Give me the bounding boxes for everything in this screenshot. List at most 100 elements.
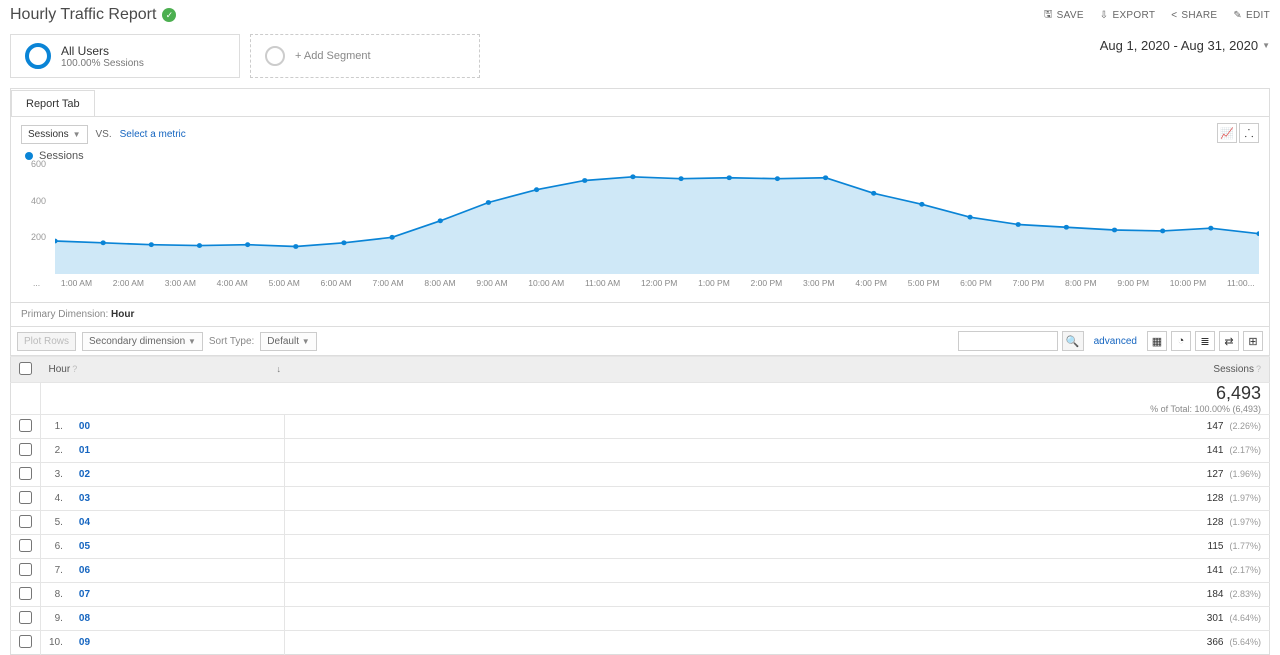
sort-down-icon: ↓ (276, 364, 281, 374)
select-all-checkbox[interactable] (19, 362, 32, 375)
row-checkbox[interactable] (19, 491, 32, 504)
view-pie-button[interactable]: ◔ (1171, 331, 1191, 351)
table-row[interactable]: 4.03128(1.97%) (11, 487, 1270, 511)
xtick: 3:00 AM (165, 278, 196, 288)
share-button[interactable]: <SHARE (1171, 10, 1217, 21)
row-hour[interactable]: 00 (71, 415, 285, 439)
primary-dimension-label: Primary Dimension: (21, 309, 108, 320)
page-title: Hourly Traffic Report (10, 6, 156, 24)
row-hour[interactable]: 01 (71, 439, 285, 463)
table-row[interactable]: 9.08301(4.64%) (11, 607, 1270, 631)
row-hour[interactable]: 09 (71, 631, 285, 655)
add-segment-button[interactable]: + Add Segment (250, 34, 480, 78)
row-checkbox[interactable] (19, 515, 32, 528)
row-index: 3. (41, 463, 71, 487)
row-checkbox[interactable] (19, 419, 32, 432)
xtick: 12:00 PM (641, 278, 677, 288)
view-table-button[interactable]: ▦ (1147, 331, 1167, 351)
table-row[interactable]: 6.05115(1.77%) (11, 535, 1270, 559)
segment-sub: 100.00% Sessions (61, 58, 144, 69)
row-checkbox[interactable] (19, 539, 32, 552)
row-index: 10. (41, 631, 71, 655)
tab-report[interactable]: Report Tab (11, 90, 95, 117)
xtick: 4:00 AM (217, 278, 248, 288)
row-hour[interactable]: 07 (71, 583, 285, 607)
sort-type-value: Default (267, 336, 299, 347)
view-pivot-button[interactable]: ⊞ (1243, 331, 1263, 351)
xtick: 8:00 AM (424, 278, 455, 288)
view-comparison-button[interactable]: ⇄ (1219, 331, 1239, 351)
segment-hollow-icon (265, 46, 285, 66)
select-metric-link[interactable]: Select a metric (120, 129, 186, 140)
column-hour-label: Hour (49, 364, 71, 375)
advanced-link[interactable]: advanced (1094, 336, 1137, 347)
header-checkbox[interactable] (11, 357, 41, 383)
xtick: 9:00 PM (1117, 278, 1149, 288)
row-hour[interactable]: 03 (71, 487, 285, 511)
help-icon[interactable]: ? (1256, 364, 1261, 374)
row-checkbox[interactable] (19, 563, 32, 576)
row-hour[interactable]: 02 (71, 463, 285, 487)
comparison-icon: ⇄ (1224, 335, 1233, 348)
share-label: SHARE (1181, 10, 1217, 21)
view-performance-button[interactable]: ≣ (1195, 331, 1215, 351)
row-hour[interactable]: 05 (71, 535, 285, 559)
chevron-down-icon: ▼ (188, 337, 196, 346)
row-checkbox[interactable] (19, 587, 32, 600)
xtick: 9:00 AM (476, 278, 507, 288)
table-row[interactable]: 10.09366(5.64%) (11, 631, 1270, 655)
edit-button[interactable]: ✎EDIT (1233, 10, 1270, 21)
row-index: 8. (41, 583, 71, 607)
chevron-down-icon: ▼ (1262, 41, 1270, 50)
search-button[interactable]: 🔍 (1062, 331, 1084, 351)
sort-type-selector[interactable]: Default ▼ (260, 332, 316, 351)
xtick: 10:00 AM (528, 278, 564, 288)
row-hour[interactable]: 06 (71, 559, 285, 583)
table-row[interactable]: 3.02127(1.96%) (11, 463, 1270, 487)
row-checkbox[interactable] (19, 611, 32, 624)
chart-type-motion-button[interactable]: ⸫ (1239, 123, 1259, 143)
chart-type-line-button[interactable]: 📈 (1217, 123, 1237, 143)
total-sessions: 6,493 (292, 383, 1261, 404)
segment-name: All Users (61, 44, 144, 58)
table-row[interactable]: 1.00147(2.26%) (11, 415, 1270, 439)
row-checkbox[interactable] (19, 443, 32, 456)
export-button[interactable]: ⇩EXPORT (1100, 10, 1155, 21)
table-row[interactable]: 7.06141(2.17%) (11, 559, 1270, 583)
help-icon[interactable]: ? (72, 364, 77, 374)
secondary-dimension-selector[interactable]: Secondary dimension ▼ (82, 332, 203, 351)
xtick: 8:00 PM (1065, 278, 1097, 288)
xtick: 11:00... (1227, 278, 1255, 288)
date-range-picker[interactable]: Aug 1, 2020 - Aug 31, 2020 ▼ (1100, 34, 1270, 53)
verified-icon: ✓ (162, 8, 176, 22)
row-hour[interactable]: 08 (71, 607, 285, 631)
xtick: 1:00 PM (698, 278, 730, 288)
row-sessions: 127(1.96%) (284, 463, 1269, 487)
data-table: Hour? ↓Sessions? 6,493% of Total: 100.00… (10, 356, 1270, 655)
row-index: 4. (41, 487, 71, 511)
row-checkbox[interactable] (19, 467, 32, 480)
save-button[interactable]: 🖫 SAVE (1044, 7, 1084, 24)
save-icon: 🖫 (1044, 7, 1053, 24)
search-input[interactable] (958, 331, 1058, 351)
table-row[interactable]: 8.07184(2.83%) (11, 583, 1270, 607)
row-hour[interactable]: 04 (71, 511, 285, 535)
metric-selector[interactable]: Sessions ▼ (21, 125, 88, 144)
line-chart-icon: 📈 (1220, 127, 1234, 140)
sessions-chart: 600 400 200 (31, 164, 1259, 274)
search-icon: 🔍 (1066, 335, 1080, 348)
save-label: SAVE (1057, 10, 1084, 21)
secondary-dimension-label: Secondary dimension (89, 336, 185, 347)
column-sessions[interactable]: ↓Sessions? (284, 357, 1269, 383)
table-row[interactable]: 5.04128(1.97%) (11, 511, 1270, 535)
xtick: 5:00 AM (269, 278, 300, 288)
column-hour[interactable]: Hour? (41, 357, 285, 383)
table-icon: ▦ (1152, 335, 1162, 348)
segment-all-users[interactable]: All Users 100.00% Sessions (10, 34, 240, 78)
xtick: 2:00 PM (751, 278, 783, 288)
column-sessions-label: Sessions (1213, 364, 1254, 375)
row-sessions: 147(2.26%) (284, 415, 1269, 439)
row-checkbox[interactable] (19, 635, 32, 648)
xtick: 2:00 AM (113, 278, 144, 288)
table-row[interactable]: 2.01141(2.17%) (11, 439, 1270, 463)
